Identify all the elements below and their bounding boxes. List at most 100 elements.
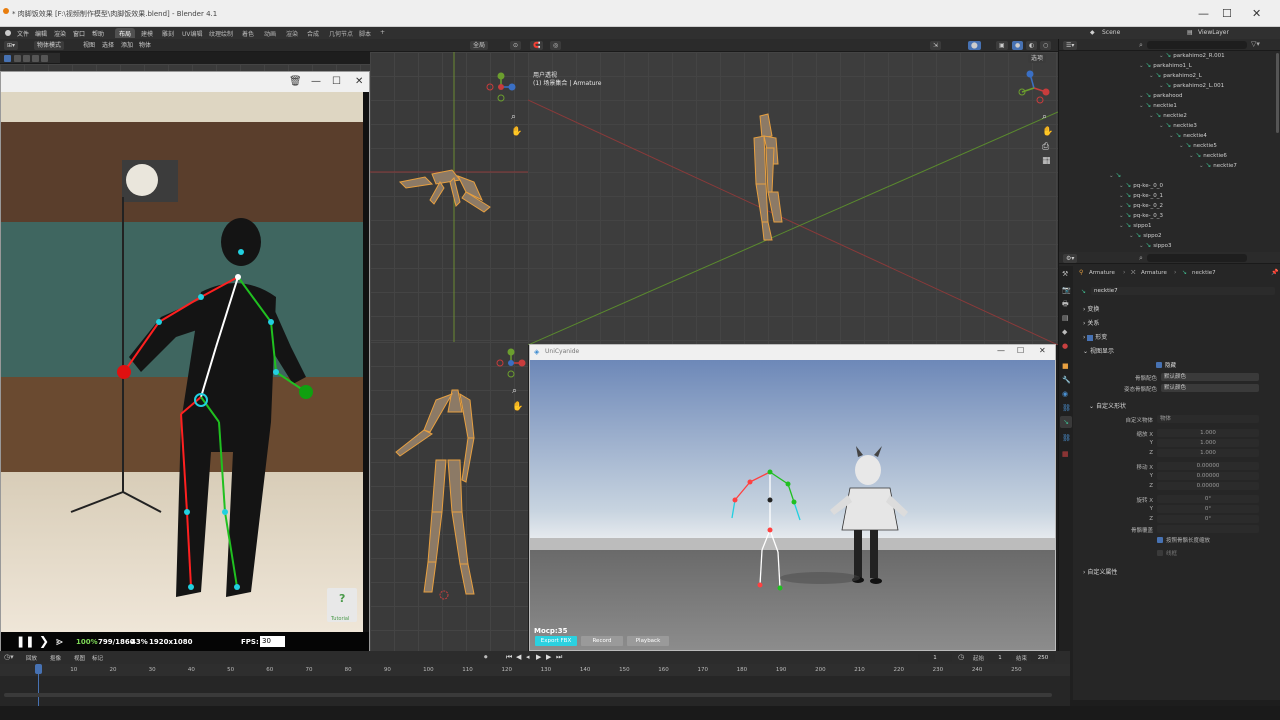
tab-shading[interactable]: 着色 bbox=[238, 28, 258, 38]
select-mode-invert-icon[interactable] bbox=[41, 55, 48, 62]
outliner-row[interactable]: ⌄ ↘ necktie3 bbox=[1159, 121, 1197, 129]
viewport-front[interactable]: ⌕ ✋ bbox=[370, 342, 528, 651]
record-keyframe-icon[interactable]: ⏺ bbox=[484, 653, 488, 662]
add-workspace-button[interactable]: + bbox=[376, 28, 389, 38]
next-keyframe-icon[interactable]: ▶ bbox=[546, 653, 551, 661]
outliner-scrollbar[interactable] bbox=[1276, 53, 1279, 133]
scene-tab-icon[interactable]: ◆ bbox=[1062, 328, 1067, 336]
section-transform[interactable]: › 变换 bbox=[1083, 304, 1099, 313]
constraints-tab-icon[interactable]: ⛓ bbox=[1062, 404, 1071, 412]
section-custom-shape[interactable]: ⌄ 自定义形状 bbox=[1089, 401, 1126, 410]
close-button[interactable]: ✕ bbox=[355, 76, 363, 87]
pan-hand-icon[interactable]: ✋ bbox=[511, 127, 522, 137]
select-mode-subtract-icon[interactable] bbox=[32, 55, 39, 62]
maximize-button[interactable]: ☐ bbox=[1222, 7, 1232, 20]
minimize-button[interactable]: — bbox=[311, 76, 321, 87]
prev-keyframe-icon[interactable]: ◀ bbox=[516, 653, 521, 661]
timeline-menu-view[interactable]: 视图 bbox=[74, 654, 85, 662]
wireframe-checkbox[interactable] bbox=[1157, 550, 1163, 556]
rotation-y-field[interactable]: 0° bbox=[1157, 505, 1259, 513]
zoom-icon[interactable]: ⌕ bbox=[511, 112, 516, 122]
scale-y-field[interactable]: 1.000 bbox=[1157, 439, 1259, 447]
jump-end-icon[interactable]: ⏭ bbox=[556, 653, 562, 662]
tab-layout[interactable]: 布局 bbox=[115, 28, 136, 38]
translation-z-field[interactable]: 0.00000 bbox=[1157, 482, 1259, 490]
render-tab-icon[interactable]: 📷 bbox=[1062, 286, 1071, 294]
play-icon[interactable]: ▶ bbox=[536, 653, 541, 661]
scale-z-field[interactable]: 1.000 bbox=[1157, 449, 1259, 457]
output-tab-icon[interactable]: 🖶 bbox=[1062, 300, 1069, 311]
shading-material-icon[interactable]: ◐ bbox=[1026, 41, 1038, 50]
snap-icon[interactable]: 🧲 bbox=[530, 41, 544, 50]
section-deform[interactable]: › 形变 bbox=[1083, 332, 1107, 341]
tool-tab-icon[interactable]: ⚒ bbox=[1062, 270, 1068, 278]
hide-checkbox[interactable] bbox=[1156, 362, 1162, 368]
viewport-side[interactable]: ⌕ ✋ bbox=[370, 52, 528, 342]
translation-y-field[interactable]: 0.00000 bbox=[1157, 472, 1259, 480]
tutorial-label[interactable]: Tutorial bbox=[331, 616, 349, 622]
navigation-gizmo-front[interactable] bbox=[496, 348, 526, 378]
menu-render[interactable]: 渲染 bbox=[54, 29, 66, 38]
pan-hand-icon[interactable]: ✋ bbox=[512, 402, 523, 412]
blender-menu-icon[interactable] bbox=[5, 30, 11, 36]
view-layer-selector[interactable]: ViewLayer bbox=[1198, 29, 1229, 36]
physics-tab-icon[interactable]: ◉ bbox=[1062, 390, 1068, 398]
outliner-row[interactable]: ⌄ ↘ pq-ke-_0_0 bbox=[1119, 181, 1163, 189]
outliner-row[interactable]: ⌄ ↘ parkahimo1_L bbox=[1139, 61, 1192, 69]
tab-uv-editing[interactable]: UV编辑 bbox=[178, 28, 207, 38]
current-frame-field[interactable]: 1 bbox=[918, 654, 952, 662]
tab-scripting[interactable]: 脚本 bbox=[355, 28, 375, 38]
maximize-button[interactable]: ☐ bbox=[332, 76, 341, 87]
timeline-scrollbar[interactable] bbox=[4, 693, 1052, 697]
zoom-icon[interactable]: ⌕ bbox=[512, 386, 517, 396]
shading-solid-icon[interactable]: ● bbox=[1012, 41, 1024, 50]
data-tab-icon[interactable]: ▦ bbox=[1062, 450, 1069, 458]
navigation-gizmo-side[interactable] bbox=[486, 72, 516, 102]
scale-x-field[interactable]: 1.000 bbox=[1157, 429, 1259, 437]
minimize-button[interactable]: — bbox=[997, 346, 1005, 355]
translation-x-field[interactable]: 0.00000 bbox=[1157, 462, 1259, 470]
transform-orientation-selector[interactable]: 全局 bbox=[470, 41, 489, 50]
menu-object[interactable]: 物体 bbox=[136, 41, 154, 50]
minimize-button[interactable]: — bbox=[1198, 7, 1209, 20]
properties-editor-type-icon[interactable]: ⚙▾ bbox=[1063, 254, 1078, 263]
shading-rendered-icon[interactable]: ○ bbox=[1040, 41, 1052, 50]
menu-help[interactable]: 帮助 bbox=[92, 29, 104, 38]
outliner-row[interactable]: ⌄ ↘ sippo2 bbox=[1129, 231, 1161, 239]
bone-constraints-tab-icon[interactable]: ⛓ bbox=[1062, 434, 1071, 442]
export-fbx-button[interactable]: Export FBX bbox=[535, 636, 577, 646]
outliner-row[interactable]: ⌄ ↘ necktie7 bbox=[1199, 161, 1237, 169]
overlays-icon[interactable]: ⬤ bbox=[968, 41, 981, 50]
navigation-gizmo-main[interactable] bbox=[1016, 70, 1052, 106]
deform-checkbox[interactable] bbox=[1087, 334, 1094, 341]
bone-name-field[interactable]: necktie7 bbox=[1091, 287, 1275, 295]
view-layer-tab-icon[interactable]: ▤ bbox=[1062, 314, 1069, 322]
jump-start-icon[interactable]: ⏮ bbox=[506, 653, 512, 662]
select-mode-extend-icon[interactable] bbox=[23, 55, 30, 62]
override-transform-field[interactable] bbox=[1157, 525, 1259, 533]
start-frame-field[interactable]: 1 bbox=[988, 654, 1012, 662]
options-button[interactable]: 选项 bbox=[1028, 54, 1047, 63]
outliner-row[interactable]: ⌄ ↘ pq-ke-_0_3 bbox=[1119, 211, 1163, 219]
outliner-row[interactable]: ⌄ ↘ pq-ke-_0_2 bbox=[1119, 201, 1163, 209]
menu-window[interactable]: 窗口 bbox=[73, 29, 85, 38]
play-reverse-icon[interactable]: ◂ bbox=[526, 653, 530, 661]
outliner-search-input[interactable] bbox=[1147, 41, 1247, 49]
mode-selector[interactable]: 物体模式 bbox=[34, 41, 65, 50]
tab-compositing[interactable]: 合成 bbox=[303, 28, 323, 38]
timeline-editor-type-icon[interactable]: ◷▾ bbox=[4, 653, 14, 661]
properties-search-input[interactable] bbox=[1147, 254, 1247, 262]
bone-color-select[interactable]: 默认颜色 bbox=[1161, 373, 1259, 381]
proportional-edit-icon[interactable]: ◎ bbox=[550, 41, 562, 50]
rotation-z-field[interactable]: 0° bbox=[1157, 515, 1259, 523]
end-frame-field[interactable]: 250 bbox=[1031, 654, 1055, 662]
camera-view-icon[interactable]: ⎙ bbox=[1042, 142, 1049, 152]
play-next-icon[interactable]: ❯ bbox=[39, 634, 49, 648]
timeline-menu-playback[interactable]: 回放 bbox=[26, 654, 37, 662]
timeline-ruler[interactable]: 1102030405060708090100110120130140150160… bbox=[0, 664, 1070, 676]
help-question-icon[interactable]: ? bbox=[339, 592, 345, 605]
outliner-row[interactable]: ⌄ ↘ necktie4 bbox=[1169, 131, 1207, 139]
world-tab-icon[interactable]: ● bbox=[1062, 342, 1068, 350]
menu-view[interactable]: 视图 bbox=[80, 41, 98, 50]
delete-icon[interactable]: 🗑 bbox=[289, 76, 302, 87]
